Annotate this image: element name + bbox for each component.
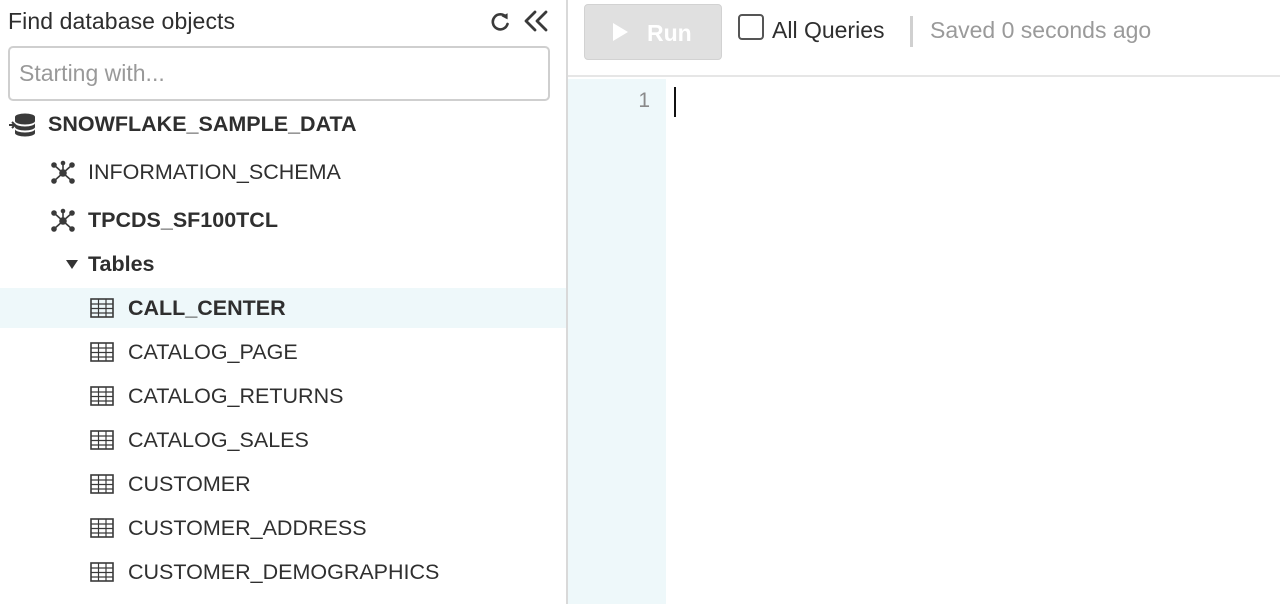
object-browser-sidebar: Find database objects SNOWFLAKE_SAMPLE_D… — [0, 0, 566, 604]
sql-editor[interactable] — [666, 79, 1280, 604]
tree-item-table[interactable]: CUSTOMER_ADDRESS — [0, 508, 566, 548]
toolbar-divider — [910, 16, 913, 47]
tree-item-table[interactable]: CUSTOMER_DEMOGRAPHICS — [0, 552, 566, 592]
table-icon — [90, 298, 114, 318]
tree-item-schema[interactable]: TPCDS_SF100TCL — [0, 200, 566, 240]
table-icon — [90, 386, 114, 406]
schema-icon — [51, 208, 75, 232]
play-icon — [613, 23, 628, 41]
table-label: CUSTOMER — [128, 472, 251, 496]
tree-item-tables-folder[interactable]: Tables — [0, 244, 566, 284]
editor-toolbar: Run All Queries Saved 0 seconds ago — [568, 0, 1280, 77]
tree-item-table[interactable]: CALL_CENTER — [0, 288, 566, 328]
caret-down-icon[interactable] — [66, 260, 78, 269]
database-icon — [9, 113, 35, 137]
search-input[interactable] — [8, 46, 550, 101]
tree-item-table[interactable]: CATALOG_SALES — [0, 420, 566, 460]
database-label: SNOWFLAKE_SAMPLE_DATA — [48, 112, 357, 136]
table-label: CUSTOMER_DEMOGRAPHICS — [128, 560, 440, 584]
schema-icon — [51, 160, 75, 184]
refresh-icon[interactable] — [488, 10, 512, 34]
schema-label: INFORMATION_SCHEMA — [88, 160, 341, 184]
table-icon — [90, 518, 114, 538]
tree-item-database[interactable]: SNOWFLAKE_SAMPLE_DATA — [0, 104, 566, 144]
table-icon — [90, 474, 114, 494]
table-label: CUSTOMER_ADDRESS — [128, 516, 367, 540]
table-icon — [90, 562, 114, 582]
table-label: CATALOG_SALES — [128, 428, 309, 452]
save-status: Saved 0 seconds ago — [930, 17, 1152, 43]
double-chevron-left-icon[interactable] — [522, 8, 550, 34]
tree-item-table[interactable]: CATALOG_PAGE — [0, 332, 566, 372]
table-icon — [90, 342, 114, 362]
tree-item-table[interactable]: CATALOG_RETURNS — [0, 376, 566, 416]
schema-label: TPCDS_SF100TCL — [88, 208, 278, 232]
table-label: CATALOG_RETURNS — [128, 384, 344, 408]
table-icon — [90, 430, 114, 450]
line-number-gutter: 1 — [568, 79, 666, 604]
tree-item-table[interactable]: CUSTOMER — [0, 464, 566, 504]
table-label: CATALOG_PAGE — [128, 340, 298, 364]
all-queries-checkbox[interactable] — [738, 14, 764, 40]
run-button-label: Run — [647, 20, 692, 46]
sidebar-title: Find database objects — [8, 8, 236, 34]
all-queries-label[interactable]: All Queries — [772, 17, 884, 44]
sidebar-header: Find database objects — [8, 6, 560, 38]
text-cursor — [674, 87, 676, 117]
tree-item-schema[interactable]: INFORMATION_SCHEMA — [0, 152, 566, 192]
tables-folder-label: Tables — [88, 252, 155, 276]
table-label: CALL_CENTER — [128, 296, 286, 320]
line-number: 1 — [638, 89, 650, 112]
run-button[interactable]: Run — [584, 4, 722, 60]
